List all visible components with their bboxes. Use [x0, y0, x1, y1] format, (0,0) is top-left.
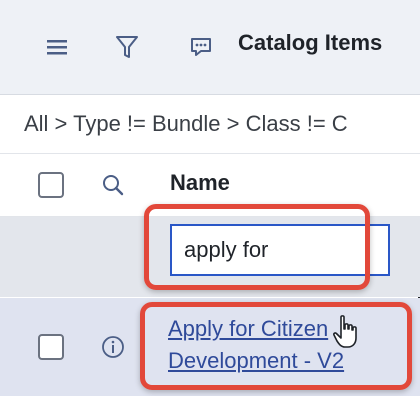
column-header-name[interactable]: Name: [170, 170, 230, 196]
list-header: Catalog Items: [0, 0, 420, 95]
info-circle-icon[interactable]: [100, 334, 126, 360]
funnel-filter-icon[interactable]: [110, 30, 144, 64]
hamburger-menu-icon[interactable]: [40, 30, 74, 64]
breadcrumb-text[interactable]: All > Type != Bundle > Class != C: [24, 111, 348, 137]
search-input-highlight: [144, 204, 370, 290]
row-checkbox[interactable]: [38, 334, 64, 360]
select-all-checkbox[interactable]: [38, 172, 64, 198]
breadcrumb: All > Type != Bundle > Class != C: [0, 95, 420, 154]
page-title: Catalog Items: [238, 30, 383, 55]
row-link-highlight: [140, 302, 412, 390]
hand-pointer-cursor-icon: [332, 314, 362, 350]
magnifier-search-icon[interactable]: [100, 172, 126, 198]
chat-bubble-icon[interactable]: [184, 30, 218, 64]
